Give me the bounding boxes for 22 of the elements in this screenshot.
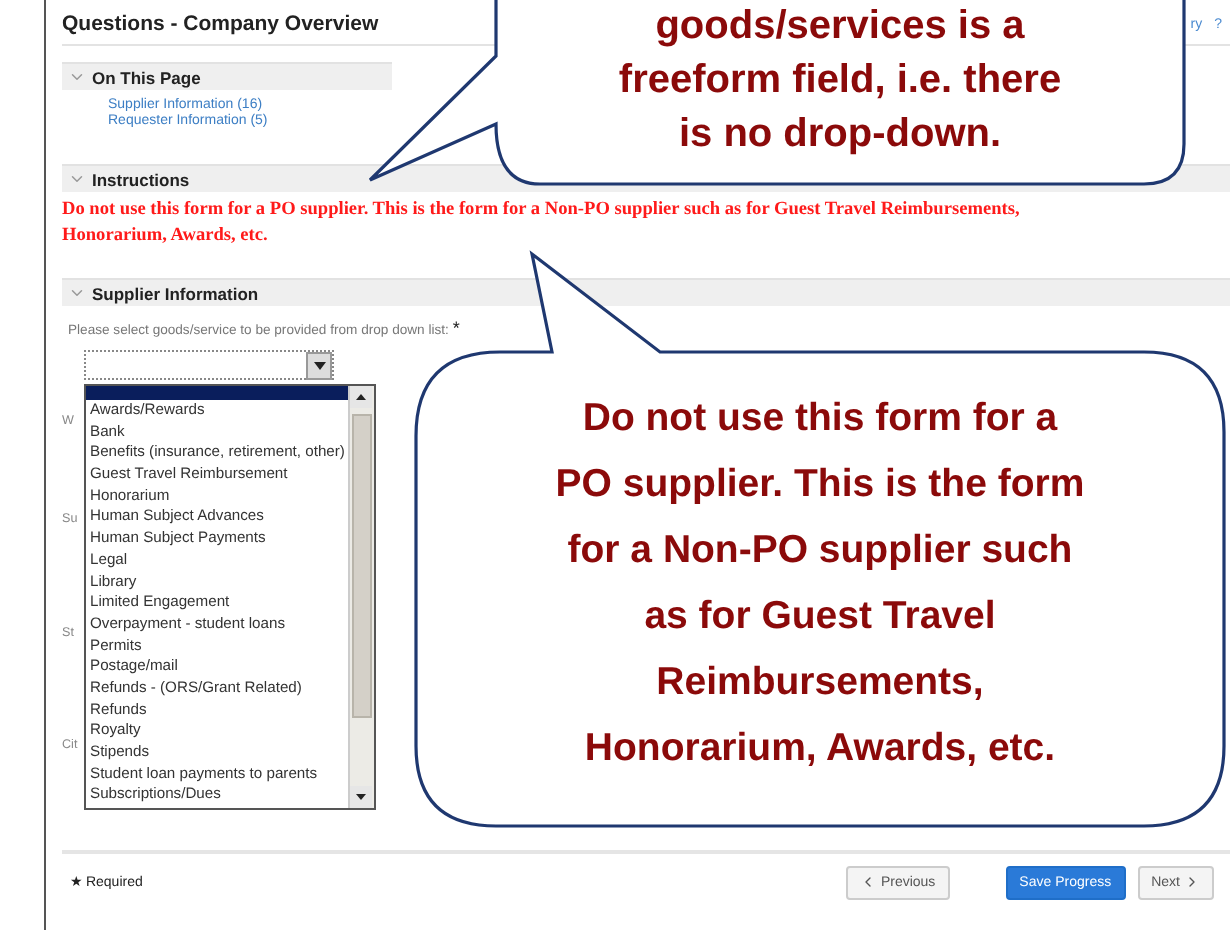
dropdown-field[interactable] (84, 350, 334, 380)
scrollbar[interactable] (348, 386, 374, 808)
page-title: Questions - Company Overview (62, 12, 379, 36)
callout-text: for a Non-PO supplier such (565, 526, 1075, 576)
callout-text: is no drop-down. (676, 110, 1004, 160)
callout-text: as for Guest Travel (642, 592, 998, 642)
callout-text: PO supplier. This is the form (553, 460, 1087, 510)
chevron-down-icon[interactable] (68, 284, 86, 302)
chevron-down-icon[interactable] (68, 68, 86, 86)
chevron-right-icon (1184, 874, 1200, 890)
caret-icon (313, 361, 325, 369)
callout-text: goods/services is a (653, 2, 1027, 52)
instructions-text: Do not use this form for a PO supplier. This is the form for a Non-PO supplier such as for Guest Travel Reimbursements, Honorarium, Awards, etc. (62, 198, 1022, 250)
callout-text: Reimbursements, (654, 658, 986, 708)
scroll-up-icon[interactable] (350, 386, 372, 408)
callout-text: Honorarium, Awards, etc. (582, 724, 1058, 774)
callout-text: freeform field, i.e. there (616, 56, 1064, 106)
section-header[interactable]: On This Page (62, 62, 392, 90)
callout-text: Do not use this form for a (580, 394, 1060, 444)
chevron-down-icon[interactable] (68, 170, 86, 188)
scroll-down-icon[interactable] (350, 786, 372, 808)
section-header[interactable]: Supplier Information (62, 278, 1230, 306)
